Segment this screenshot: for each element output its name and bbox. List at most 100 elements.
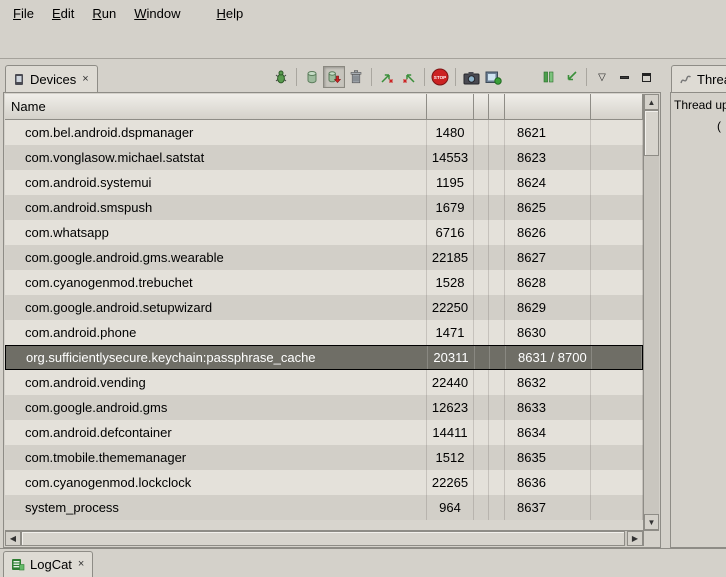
table-row[interactable]: com.android.phone 1471 8630 — [5, 320, 643, 345]
process-port-cell: 8636 — [505, 470, 591, 495]
table-row[interactable]: com.bel.android.dspmanager 1480 8621 — [5, 120, 643, 145]
screen-capture-icon[interactable] — [460, 66, 482, 88]
tab-threads[interactable]: Threads — [671, 65, 726, 92]
process-pid-cell: 22250 — [427, 295, 474, 320]
vertical-scroll-thumb[interactable] — [644, 110, 659, 156]
empty-cell — [474, 370, 489, 395]
empty-cell — [489, 470, 505, 495]
empty-cell — [474, 270, 489, 295]
column-header-empty[interactable] — [591, 94, 643, 120]
table-row[interactable]: com.cyanogenmod.trebuchet 1528 8628 — [5, 270, 643, 295]
stop-process-icon[interactable]: STOP — [429, 66, 451, 88]
empty-cell — [591, 395, 643, 420]
table-row[interactable]: com.tmobile.thememanager 1512 8635 — [5, 445, 643, 470]
horizontal-scroll-thumb[interactable] — [21, 531, 625, 546]
tab-logcat[interactable]: LogCat × — [3, 551, 93, 577]
dump-hprof-icon[interactable] — [323, 66, 345, 88]
close-icon[interactable]: × — [81, 74, 89, 85]
process-port-cell: 8637 — [505, 495, 591, 520]
column-header-name[interactable]: Name — [5, 94, 427, 120]
process-port-cell: 8634 — [505, 420, 591, 445]
process-port-cell: 8627 — [505, 245, 591, 270]
column-header-port[interactable] — [505, 94, 591, 120]
column-header-empty[interactable] — [474, 94, 489, 120]
screen-record-icon[interactable] — [482, 66, 504, 88]
table-row[interactable]: com.android.systemui 1195 8624 — [5, 170, 643, 195]
logcat-tab-icon — [11, 558, 25, 571]
close-icon[interactable]: × — [77, 559, 85, 570]
table-row[interactable]: com.android.vending 22440 8632 — [5, 370, 643, 395]
empty-cell — [474, 495, 489, 520]
menu-bar: FileEditRunWindow Help — [0, 0, 726, 26]
scroll-left-icon[interactable]: ◀ — [5, 531, 21, 546]
maximize-icon[interactable] — [635, 66, 657, 88]
empty-cell — [591, 295, 643, 320]
process-pid-cell: 964 — [427, 495, 474, 520]
empty-cell — [591, 145, 643, 170]
minimize-icon[interactable] — [613, 66, 635, 88]
scroll-up-icon[interactable]: ▲ — [644, 94, 659, 110]
threads-panel: Threads Thread up ( — [670, 62, 726, 548]
dump-threads-icon[interactable] — [398, 66, 420, 88]
update-threads-icon[interactable] — [376, 66, 398, 88]
empty-cell — [474, 195, 489, 220]
scroll-right-icon[interactable]: ▶ — [627, 531, 643, 546]
process-name-cell: com.android.smspush — [5, 195, 427, 220]
heap-columns-icon[interactable] — [538, 66, 560, 88]
process-pid-cell: 20311 — [428, 346, 475, 369]
empty-cell — [489, 245, 505, 270]
table-row[interactable]: org.sufficientlysecure.keychain:passphra… — [5, 345, 643, 370]
empty-cell — [591, 220, 643, 245]
table-row[interactable]: com.google.android.gms.wearable 22185 86… — [5, 245, 643, 270]
empty-cell — [489, 270, 505, 295]
method-profiling-icon[interactable] — [560, 66, 582, 88]
scroll-down-icon[interactable]: ▼ — [644, 514, 659, 530]
process-port-cell: 8621 — [505, 120, 591, 145]
empty-cell — [591, 445, 643, 470]
process-pid-cell: 1512 — [427, 445, 474, 470]
threads-message: Thread up ( — [670, 92, 726, 548]
update-heap-icon[interactable] — [301, 66, 323, 88]
empty-cell — [489, 420, 505, 445]
table-row[interactable]: com.cyanogenmod.lockclock 22265 8636 — [5, 470, 643, 495]
menu-item-file[interactable]: File — [4, 2, 43, 25]
table-row[interactable]: com.android.smspush 1679 8625 — [5, 195, 643, 220]
table-row[interactable]: com.whatsapp 6716 8626 — [5, 220, 643, 245]
empty-cell — [474, 145, 489, 170]
empty-cell — [474, 220, 489, 245]
view-menu-icon[interactable]: ▽ — [591, 66, 613, 88]
process-name-cell: com.android.phone — [5, 320, 427, 345]
empty-cell — [474, 120, 489, 145]
menu-item-window[interactable]: Window — [125, 2, 189, 25]
process-port-cell: 8635 — [505, 445, 591, 470]
empty-cell — [475, 346, 490, 369]
vertical-scrollbar[interactable]: ▲ ▼ — [643, 94, 659, 530]
threads-tab-icon — [679, 73, 692, 86]
tab-devices[interactable]: Devices × — [5, 65, 98, 92]
process-port-cell: 8633 — [505, 395, 591, 420]
empty-cell — [489, 220, 505, 245]
table-row[interactable]: com.vonglasow.michael.satstat 14553 8623 — [5, 145, 643, 170]
table-row[interactable]: system_process 964 8637 — [5, 495, 643, 520]
column-header-pid[interactable] — [427, 94, 474, 120]
table-row[interactable]: com.android.defcontainer 14411 8634 — [5, 420, 643, 445]
menu-item-edit[interactable]: Edit — [43, 2, 83, 25]
process-name-cell: com.bel.android.dspmanager — [5, 120, 427, 145]
process-pid-cell: 6716 — [427, 220, 474, 245]
cause-gc-icon[interactable] — [345, 66, 367, 88]
devices-panel: Devices × — [3, 62, 661, 548]
debug-process-icon[interactable] — [270, 66, 292, 88]
process-pid-cell: 14553 — [427, 145, 474, 170]
horizontal-scrollbar[interactable]: ◀ ▶ — [5, 530, 643, 546]
menu-item-run[interactable]: Run — [83, 2, 125, 25]
table-row[interactable]: com.google.android.gms 12623 8633 — [5, 395, 643, 420]
process-pid-cell: 22185 — [427, 245, 474, 270]
table-row[interactable]: com.google.android.setupwizard 22250 862… — [5, 295, 643, 320]
menu-item-help[interactable]: Help — [207, 2, 252, 25]
panel-sash[interactable] — [661, 62, 670, 548]
column-header-empty[interactable] — [489, 94, 505, 120]
process-port-cell: 8623 — [505, 145, 591, 170]
process-port-cell: 8628 — [505, 270, 591, 295]
empty-cell — [591, 370, 643, 395]
device-table-body: com.bel.android.dspmanager 1480 8621 com… — [5, 120, 643, 530]
